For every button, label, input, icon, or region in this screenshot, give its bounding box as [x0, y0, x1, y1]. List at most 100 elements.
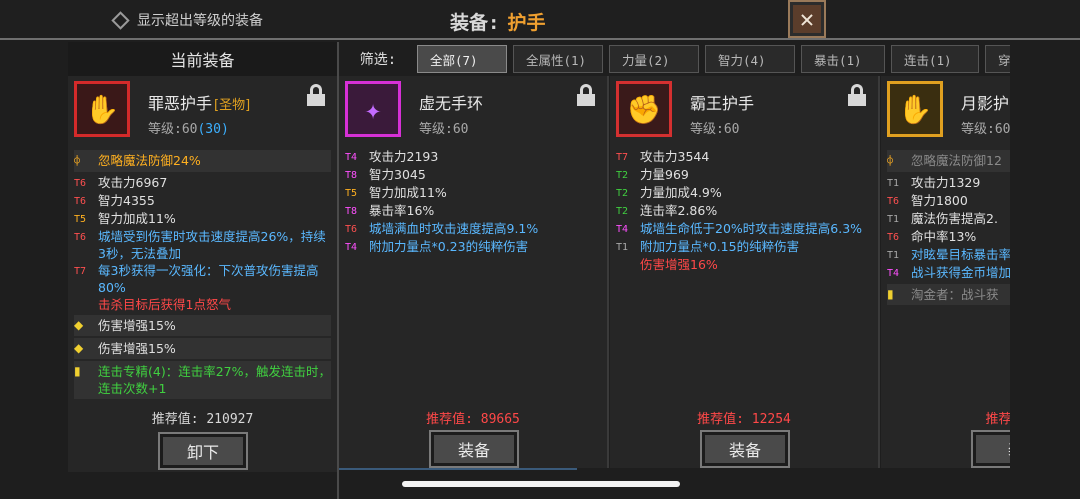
filter-bar: 筛选: 全部(7) 全属性(1) 力量(2) 智力(4) 暴击(1) 连击(1)…: [339, 42, 1010, 76]
card-item-level: 等级:60: [961, 122, 1010, 137]
stat-text: 攻击力6967: [98, 175, 168, 190]
filter-intellect[interactable]: 智力(4): [705, 45, 795, 73]
unequip-button[interactable]: 卸下: [158, 432, 248, 470]
gem-icon: ◆: [74, 341, 84, 355]
stat-text: 城墙生命低于20%时攻击速度提高6.3%: [640, 221, 863, 236]
stat-text: 忽略魔法防御12: [911, 153, 1002, 168]
current-item-name: 罪恶护手 [圣物]: [148, 90, 250, 114]
stat-row: T7 攻击力3544: [616, 148, 872, 166]
current-equipment-header: 当前装备: [68, 42, 337, 76]
card-head: ✋ 月影护 等级:60: [881, 76, 1010, 148]
stat-row: T8 智力3045: [345, 166, 601, 184]
stat-text: 攻击力2193: [369, 149, 439, 164]
tier-label: T6: [74, 178, 87, 189]
stat-text: 城墙受到伤害时攻击速度提高26%，持续3秒，无法叠加: [98, 229, 326, 261]
stat-text: 城墙满血时攻击速度提高9.1%: [369, 221, 539, 236]
show-over-label: 显示超出等级的装备: [137, 13, 263, 29]
stat-text: 附加力量点*0.15的纯粹伤害: [640, 239, 800, 254]
filter-pierce[interactable]: 穿: [985, 45, 1010, 73]
equip-button[interactable]: 装备: [700, 430, 790, 468]
set-bonus-row: ▮ 淘金者：战斗获: [887, 284, 1010, 305]
stat-row: T2 力量969: [616, 166, 872, 184]
stat-row: T1 附加力量点*0.15的纯粹伤害: [616, 238, 872, 256]
stat-text: 力量加成4.9%: [640, 185, 722, 200]
current-equipment-panel: 当前装备 ✋ 罪恶护手 [圣物] 等级:60(30) ⌽ 忽略魔法防御24% T6 攻…: [68, 42, 337, 472]
gauntlet-icon[interactable]: ✊: [616, 81, 672, 137]
stat-row: T8 暴击率16%: [345, 202, 601, 220]
lock-icon[interactable]: [307, 84, 325, 106]
bracelet-icon[interactable]: ✦: [345, 81, 401, 137]
card-stats: T7 攻击力3544 T2 力量969 T2 力量加成4.9% T2 连击率2.86% …: [610, 148, 878, 273]
stat-row: T6 城墙满血时攻击速度提高9.1%: [345, 220, 601, 238]
filter-combo[interactable]: 连击(1): [891, 45, 979, 73]
equip-button[interactable]: 装备: [429, 430, 519, 468]
filter-crit[interactable]: 暴击(1): [801, 45, 885, 73]
tier-label: T6: [74, 232, 87, 243]
equipment-cards: ✦ 虚无手环 等级:60 T4 攻击力2193 T8 智力3045 T5 智力加成11…: [339, 76, 1010, 472]
stat-text: 淘金者：战斗获: [911, 287, 999, 302]
filter-all[interactable]: 全部(7): [417, 45, 507, 73]
scroll-indicator: [339, 468, 577, 470]
stat-row: T4 战斗获得金币增加: [887, 264, 1010, 282]
stat-text: 对眩晕目标暴击率: [911, 247, 1010, 262]
equipment-card[interactable]: ✊ 霸王护手 等级:60 T7 攻击力3544 T2 力量969 T2 力量加成4.9…: [610, 76, 880, 468]
stat-row: ⌽ 忽略魔法防御24%: [74, 150, 331, 172]
stat-row: T1 对眩晕目标暴击率: [887, 246, 1010, 264]
stat-text: 力量969: [640, 167, 689, 182]
stat-text: 攻击力3544: [640, 149, 710, 164]
stat-row: T4 附加力量点*0.23的纯粹伤害: [345, 238, 601, 256]
gem-text: 伤害增强15%: [98, 318, 176, 333]
card-head: ✊ 霸王护手 等级:60: [610, 76, 878, 148]
card-item-level: 等级:60: [690, 122, 740, 137]
stat-row: T5 智力加成11%: [345, 184, 601, 202]
tier-label: T7: [616, 152, 629, 163]
stat-row: T2 力量加成4.9%: [616, 184, 872, 202]
level-bonus: (30): [197, 122, 229, 137]
filter-strength[interactable]: 力量(2): [609, 45, 699, 73]
card-item-name: 月影护: [961, 94, 1010, 113]
filter-all-attr[interactable]: 全属性(1): [513, 45, 603, 73]
lock-icon[interactable]: [577, 84, 595, 106]
moon-gauntlet-icon[interactable]: ✋: [887, 81, 943, 137]
stat-text: 战斗获得金币增加: [911, 265, 1010, 280]
book-icon: ▮: [74, 364, 81, 378]
tier-label: T4: [887, 268, 900, 279]
gauntlet-icon[interactable]: ✋: [74, 81, 130, 137]
equipment-card[interactable]: ✋ 月影护 等级:60 ⌽ 忽略魔法防御12 T1 攻击力1329 T6 智力1800…: [881, 76, 1010, 468]
tier-label: T6: [74, 196, 87, 207]
tier-label: T2: [616, 170, 629, 181]
equipment-card[interactable]: ✦ 虚无手环 等级:60 T4 攻击力2193 T8 智力3045 T5 智力加成11…: [339, 76, 609, 468]
show-over-level-toggle[interactable]: 显示超出等级的装备: [111, 10, 263, 30]
filter-label: 筛选:: [359, 52, 397, 68]
page-title: 装备: 护手: [450, 8, 545, 35]
tier-label: T7: [74, 266, 87, 277]
set-bonus-row: ▮ 连击专精(4)：连击率27%，触发连击时，连击次数+1: [74, 361, 331, 399]
diamond-checkbox-icon[interactable]: [111, 10, 130, 30]
stat-row: T6 命中率13%: [887, 228, 1010, 246]
card-stats: ⌽ 忽略魔法防御12 T1 攻击力1329 T6 智力1800 T1 魔法伤害提高2. …: [881, 150, 1010, 305]
card-item-name: 虚无手环: [419, 94, 484, 113]
tier-label: T6: [887, 232, 900, 243]
book-icon: ▮: [887, 287, 894, 301]
tier-label: T5: [345, 188, 358, 199]
level-text: 等级:60: [148, 122, 198, 137]
stat-text: 攻击力1329: [911, 175, 981, 190]
tier-label: T5: [74, 214, 87, 225]
current-stats: ⌽ 忽略魔法防御24% T6 攻击力6967 T6 智力4355 T5 智力加成11% …: [68, 150, 337, 399]
close-icon: ✕: [799, 5, 815, 33]
home-indicator[interactable]: [402, 481, 680, 487]
card-recommend: 推荐值: 12254: [697, 412, 791, 427]
close-button[interactable]: ✕: [788, 0, 826, 38]
stat-text: 魔法伤害提高2.: [911, 211, 998, 226]
stat-text: 智力加成11%: [369, 185, 447, 200]
card-recommend: 推荐值: [985, 412, 1010, 427]
gem-row: ◆ 伤害增强15%: [74, 338, 331, 359]
lock-icon[interactable]: [848, 84, 866, 106]
stat-text: 连击率2.86%: [640, 203, 718, 218]
current-item-level: 等级:60(30): [148, 118, 229, 137]
equip-button[interactable]: 装: [971, 430, 1010, 468]
tier-label: T2: [616, 188, 629, 199]
stat-row: T1 攻击力1329: [887, 174, 1010, 192]
tier-label: T1: [616, 242, 629, 253]
stat-text: 每3秒获得一次强化：下次普攻伤害提高80%: [98, 263, 319, 295]
